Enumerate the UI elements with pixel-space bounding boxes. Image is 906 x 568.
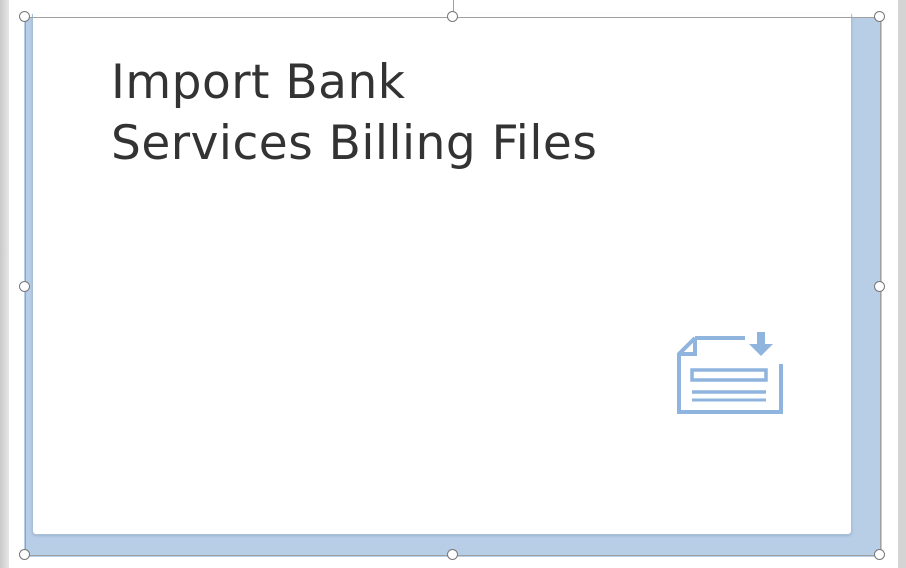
resize-handle-bottom-right[interactable] [874,549,885,560]
tile-title-line-1: Import Bank [111,55,406,110]
app-tile[interactable]: Import Bank Services Billing Files [32,14,852,535]
resize-handle-top-left[interactable] [19,11,30,22]
resize-handle-top-right[interactable] [874,11,885,22]
resize-handle-bottom[interactable] [447,549,458,560]
tile-title: Import Bank Services Billing Files [111,52,831,174]
resize-handle-left[interactable] [19,281,30,292]
tile-title-line-2: Services Billing Files [111,116,598,171]
canvas: Import Bank Services Billing Files [0,0,906,568]
file-import-icon [677,332,783,414]
window-scroll-edge [898,0,906,568]
resize-handle-top[interactable] [447,11,458,22]
resize-handle-right[interactable] [874,281,885,292]
window-edge-left [0,0,9,568]
resize-handle-bottom-left[interactable] [19,549,30,560]
window-edge-right [882,0,906,568]
